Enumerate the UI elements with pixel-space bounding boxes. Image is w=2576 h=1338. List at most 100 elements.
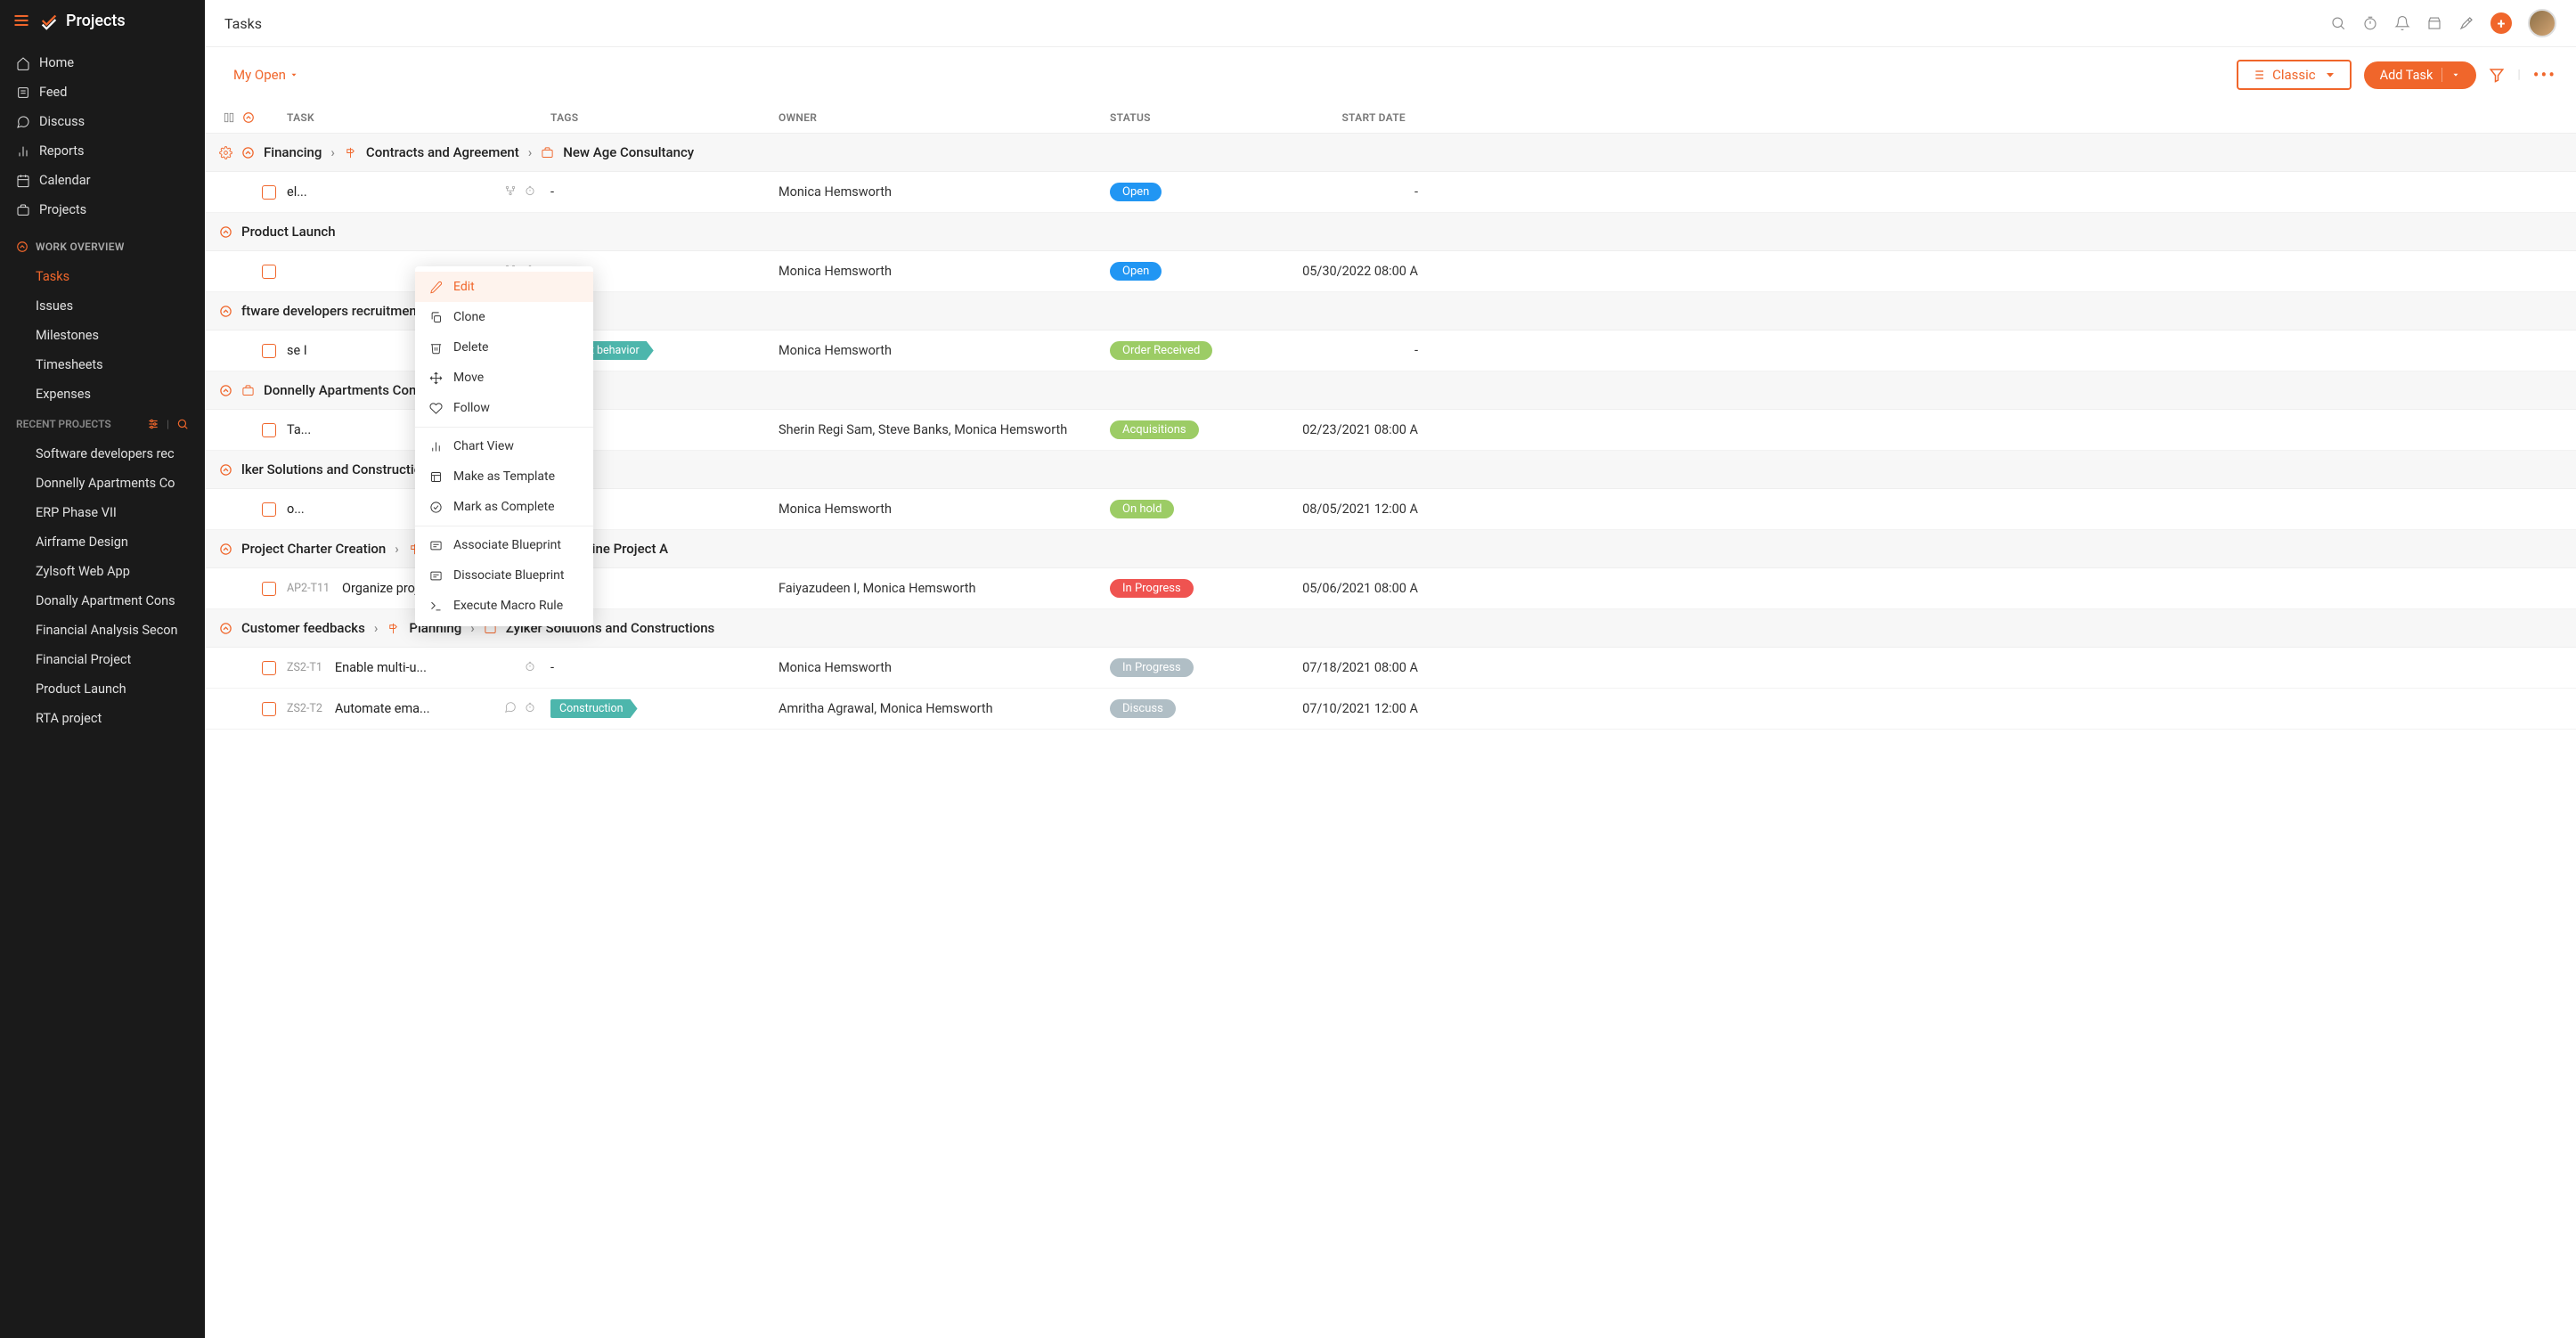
recent-project-item[interactable]: Zylsoft Web App: [0, 557, 205, 586]
more-icon[interactable]: •••: [2533, 64, 2556, 86]
status-badge[interactable]: Order Received: [1110, 341, 1212, 360]
menu-item-clone[interactable]: Clone: [415, 302, 593, 332]
user-avatar[interactable]: [2528, 9, 2556, 37]
task-checkbox[interactable]: [262, 702, 276, 716]
menu-item-make-as-template[interactable]: Make as Template: [415, 461, 593, 492]
recent-project-item[interactable]: Donnelly Apartments Co: [0, 469, 205, 498]
add-task-button[interactable]: Add Task: [2364, 61, 2477, 89]
collapse-icon[interactable]: [241, 146, 255, 159]
col-owner[interactable]: OWNER: [779, 111, 1110, 124]
overview-item-tasks[interactable]: Tasks: [0, 262, 205, 291]
hamburger-icon[interactable]: [12, 12, 30, 29]
col-status[interactable]: STATUS: [1110, 111, 1245, 124]
search-icon[interactable]: [176, 418, 189, 430]
task-name[interactable]: el...: [287, 184, 307, 200]
recent-project-item[interactable]: Donally Apartment Cons: [0, 586, 205, 616]
menu-item-associate-blueprint[interactable]: Associate Blueprint: [415, 530, 593, 560]
task-row[interactable]: ZS2-T1 Enable multi-u... - Monica Hemswo…: [205, 648, 2576, 689]
menu-item-mark-as-complete[interactable]: Mark as Complete: [415, 492, 593, 522]
overview-item-expenses[interactable]: Expenses: [0, 379, 205, 409]
task-name[interactable]: Automate ema...: [335, 701, 430, 716]
task-name[interactable]: Enable multi-u...: [335, 660, 427, 675]
filter-icon[interactable]: [147, 418, 159, 430]
col-task[interactable]: TASK: [287, 111, 550, 124]
status-badge[interactable]: In Progress: [1110, 658, 1194, 677]
task-name[interactable]: se I: [287, 343, 307, 358]
task-name[interactable]: Ta...: [287, 422, 311, 437]
collapse-icon[interactable]: [219, 384, 232, 397]
task-checkbox[interactable]: [262, 344, 276, 358]
layout-selector[interactable]: Classic: [2237, 60, 2352, 90]
breadcrumb-segment[interactable]: Project Charter Creation: [241, 541, 386, 557]
nav-item-home[interactable]: Home: [0, 48, 205, 78]
recent-project-item[interactable]: Financial Analysis Secon: [0, 616, 205, 645]
task-row[interactable]: ZS2-T2 Automate ema... Construction Amri…: [205, 689, 2576, 730]
recent-project-item[interactable]: ERP Phase VII: [0, 498, 205, 527]
nav-item-calendar[interactable]: Calendar: [0, 166, 205, 195]
col-start-date[interactable]: START DATE: [1245, 111, 1423, 124]
menu-item-execute-macro-rule[interactable]: Execute Macro Rule: [415, 591, 593, 621]
bell-icon[interactable]: [2394, 15, 2410, 31]
status-badge[interactable]: In Progress: [1110, 579, 1194, 598]
task-row[interactable]: el... - Monica Hemsworth Open -: [205, 172, 2576, 213]
task-checkbox[interactable]: [262, 185, 276, 200]
view-selector[interactable]: My Open: [233, 67, 298, 83]
status-badge[interactable]: Acquisitions: [1110, 420, 1199, 439]
task-checkbox[interactable]: [262, 265, 276, 279]
task-checkbox[interactable]: [262, 502, 276, 517]
breadcrumb-segment[interactable]: Product Launch: [241, 224, 336, 240]
breadcrumb-segment[interactable]: ftware developers recruitment: [241, 303, 421, 319]
recent-project-item[interactable]: Financial Project: [0, 645, 205, 674]
menu-item-edit[interactable]: Edit: [415, 272, 593, 302]
collapse-icon[interactable]: [219, 463, 232, 477]
collapse-all-icon[interactable]: [242, 111, 255, 124]
nav-item-reports[interactable]: Reports: [0, 136, 205, 166]
collapse-icon[interactable]: [219, 543, 232, 556]
status-badge[interactable]: Open: [1110, 262, 1162, 281]
tools-icon[interactable]: [2458, 15, 2474, 31]
breadcrumb-segment[interactable]: New Age Consultancy: [563, 144, 694, 160]
filter-icon[interactable]: [2489, 67, 2505, 83]
nav-item-feed[interactable]: Feed: [0, 78, 205, 107]
overview-item-milestones[interactable]: Milestones: [0, 321, 205, 350]
status-badge[interactable]: Open: [1110, 183, 1162, 201]
nav-item-discuss[interactable]: Discuss: [0, 107, 205, 136]
columns-icon[interactable]: [223, 111, 235, 124]
task-checkbox[interactable]: [262, 423, 276, 437]
status-badge[interactable]: Discuss: [1110, 699, 1176, 718]
menu-item-dissociate-blueprint[interactable]: Dissociate Blueprint: [415, 560, 593, 591]
tag[interactable]: Construction: [550, 699, 638, 718]
timer-icon[interactable]: [2362, 15, 2378, 31]
menu-item-chart-view[interactable]: Chart View: [415, 431, 593, 461]
task-checkbox[interactable]: [262, 661, 276, 675]
task-checkbox[interactable]: [262, 582, 276, 596]
caret-down-icon[interactable]: [2451, 70, 2460, 79]
menu-item-move[interactable]: Move: [415, 363, 593, 393]
collapse-icon[interactable]: [219, 305, 232, 318]
nav-item-projects[interactable]: Projects: [0, 195, 205, 224]
breadcrumb-segment[interactable]: lker Solutions and Constructions: [241, 461, 436, 477]
overview-item-timesheets[interactable]: Timesheets: [0, 350, 205, 379]
breadcrumb-segment[interactable]: Financing: [264, 144, 322, 160]
recent-project-item[interactable]: Software developers rec: [0, 439, 205, 469]
breadcrumb-segment[interactable]: Contracts and Agreement: [366, 144, 519, 160]
recent-project-item[interactable]: RTA project: [0, 704, 205, 733]
collapse-icon[interactable]: [219, 225, 232, 239]
collapse-icon[interactable]: [219, 622, 232, 635]
task-group-header[interactable]: Product Launch: [205, 213, 2576, 251]
store-icon[interactable]: [2426, 15, 2442, 31]
status-badge[interactable]: On hold: [1110, 500, 1174, 518]
work-overview-header[interactable]: WORK OVERVIEW: [0, 232, 205, 262]
overview-item-issues[interactable]: Issues: [0, 291, 205, 321]
col-tags[interactable]: TAGS: [550, 111, 779, 124]
breadcrumb-segment[interactable]: Customer feedbacks: [241, 620, 365, 636]
menu-item-delete[interactable]: Delete: [415, 332, 593, 363]
task-name[interactable]: o...: [287, 502, 305, 517]
task-group-header[interactable]: Financing›Contracts and Agreement›New Ag…: [205, 134, 2576, 172]
recent-project-item[interactable]: Product Launch: [0, 674, 205, 704]
search-icon[interactable]: [2330, 15, 2346, 31]
recent-project-item[interactable]: Airframe Design: [0, 527, 205, 557]
gear-icon[interactable]: [219, 146, 232, 159]
add-button[interactable]: +: [2490, 12, 2512, 34]
menu-item-follow[interactable]: Follow: [415, 393, 593, 423]
